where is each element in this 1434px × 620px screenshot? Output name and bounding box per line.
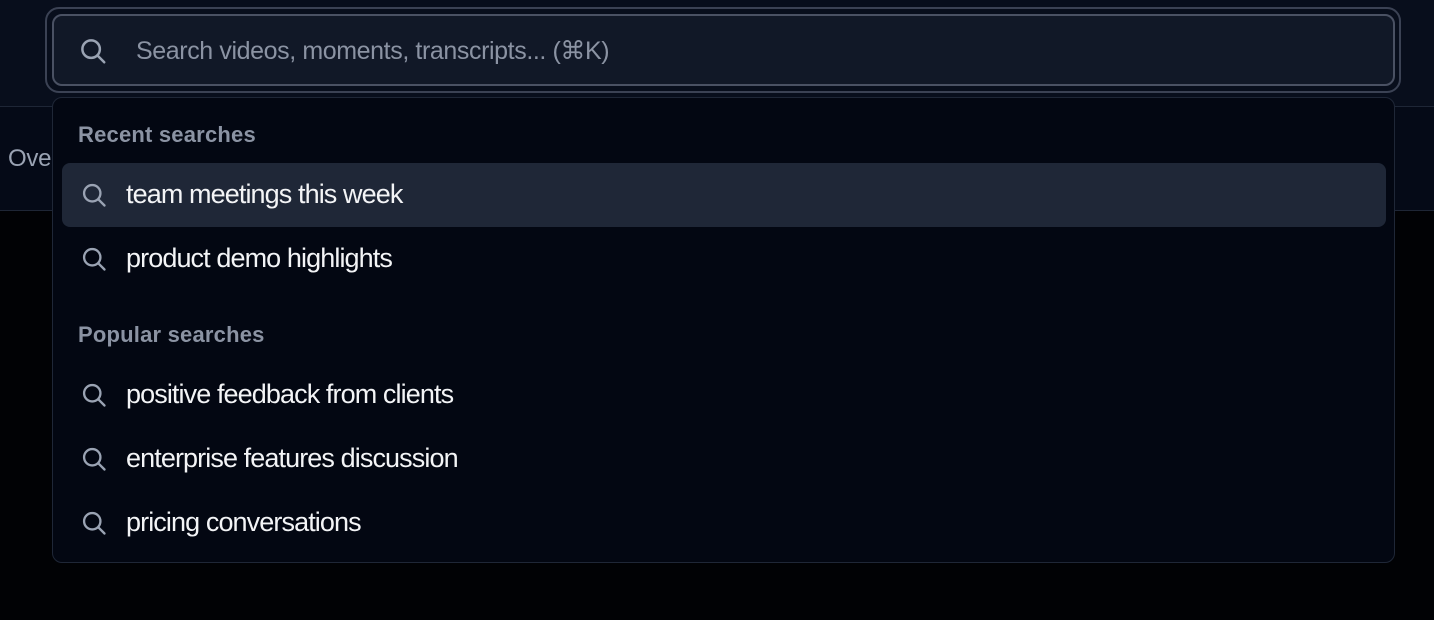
search-icon <box>81 39 106 64</box>
search-icon <box>82 511 106 535</box>
search-icon <box>82 447 106 471</box>
app-root: Ove Recent searches team meetings this w… <box>0 0 1434 620</box>
popular-search-item[interactable]: positive feedback from clients <box>62 363 1386 427</box>
search-icon <box>82 247 106 271</box>
popular-search-item[interactable]: pricing conversations <box>62 491 1386 555</box>
popular-search-item[interactable]: enterprise features discussion <box>62 427 1386 491</box>
search-icon <box>82 183 106 207</box>
tab-overview[interactable]: Ove <box>8 145 51 173</box>
suggestion-label: product demo highlights <box>126 243 393 273</box>
popular-searches-heading: Popular searches <box>78 322 265 347</box>
suggestion-label: positive feedback from clients <box>126 379 454 409</box>
suggestion-label: enterprise features discussion <box>126 443 459 473</box>
search-bar[interactable] <box>52 14 1395 86</box>
suggestion-label: pricing conversations <box>126 507 362 537</box>
search-suggestions-dropdown: Recent searches team meetings this week … <box>52 97 1395 563</box>
recent-searches-heading: Recent searches <box>78 122 256 147</box>
search-input[interactable] <box>134 16 1378 86</box>
recent-search-item[interactable]: product demo highlights <box>62 227 1386 291</box>
search-icon <box>82 383 106 407</box>
suggestion-label: team meetings this week <box>126 179 403 209</box>
recent-search-item[interactable]: team meetings this week <box>62 163 1386 227</box>
